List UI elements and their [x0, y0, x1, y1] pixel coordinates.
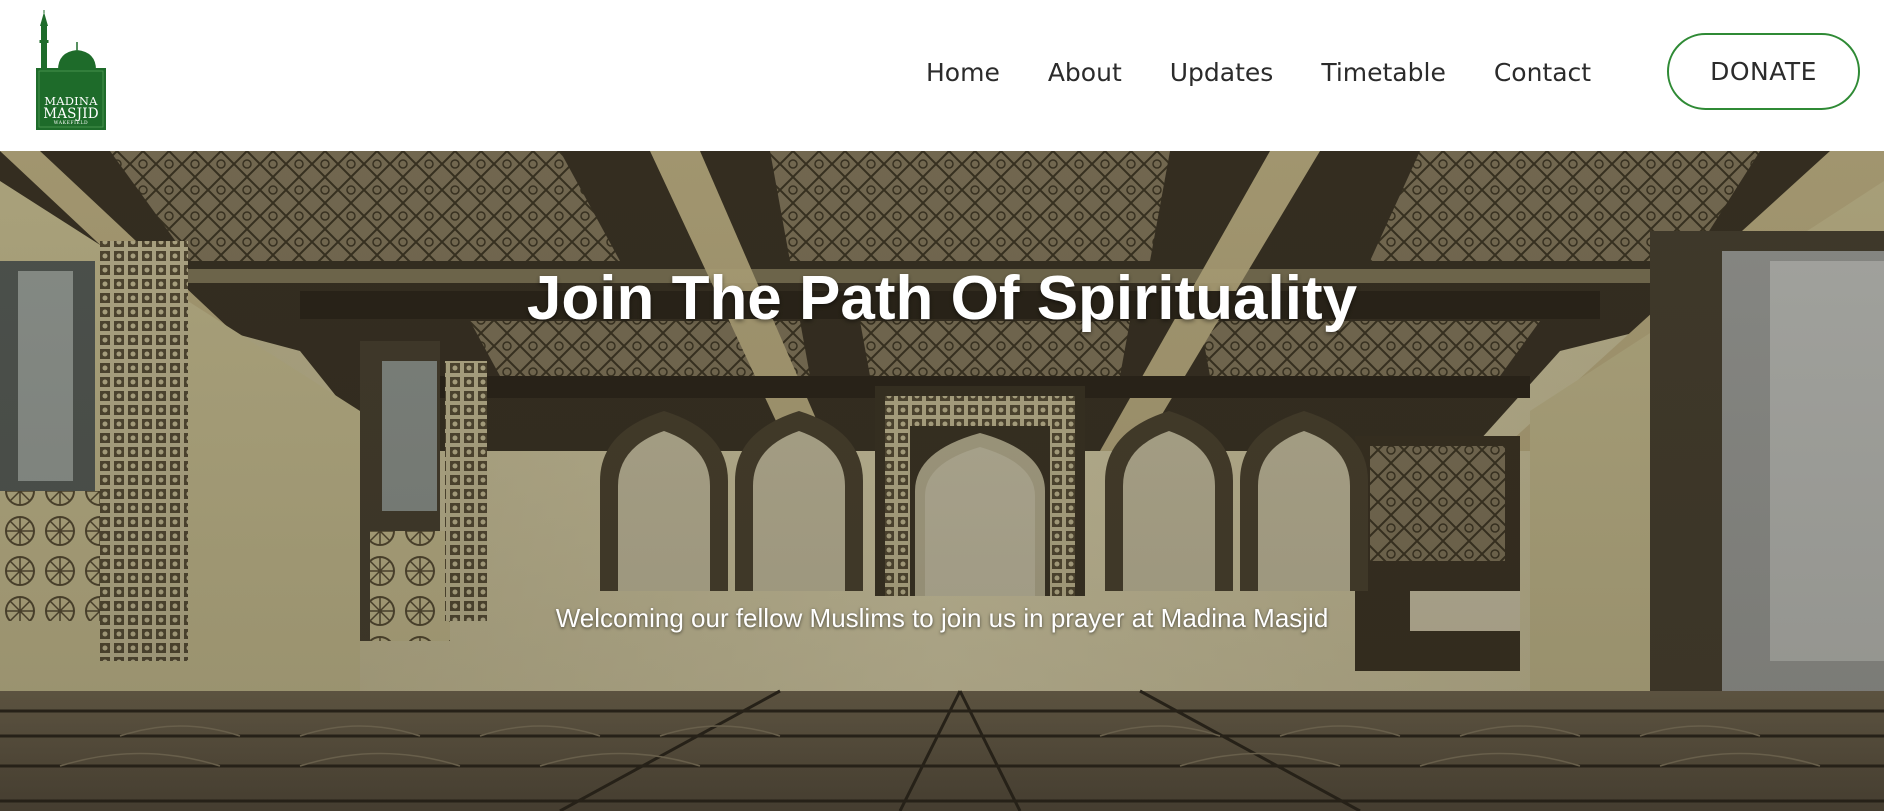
nav-timetable[interactable]: Timetable — [1321, 58, 1446, 87]
site-header: MADINA MASJID WAKEFIELD Home About Updat… — [0, 0, 1884, 151]
hero-title: Join The Path Of Spirituality — [526, 264, 1358, 333]
site-logo[interactable]: MADINA MASJID WAKEFIELD — [36, 10, 106, 130]
nav-home[interactable]: Home — [926, 58, 1000, 87]
hero-subtitle: Welcoming our fellow Muslims to join us … — [555, 603, 1329, 633]
logo-line-2: MASJID — [43, 106, 99, 122]
hero-banner: Join The Path Of Spirituality Welcoming … — [0, 151, 1884, 811]
nav-about[interactable]: About — [1048, 58, 1122, 87]
main-nav: Home About Updates Timetable Contact — [926, 52, 1591, 92]
logo-line-3: WAKEFIELD — [53, 121, 89, 126]
nav-updates[interactable]: Updates — [1170, 58, 1274, 87]
nav-contact[interactable]: Contact — [1494, 58, 1591, 87]
donate-button[interactable]: DONATE — [1667, 33, 1860, 110]
hero-background-image — [0, 151, 1884, 811]
